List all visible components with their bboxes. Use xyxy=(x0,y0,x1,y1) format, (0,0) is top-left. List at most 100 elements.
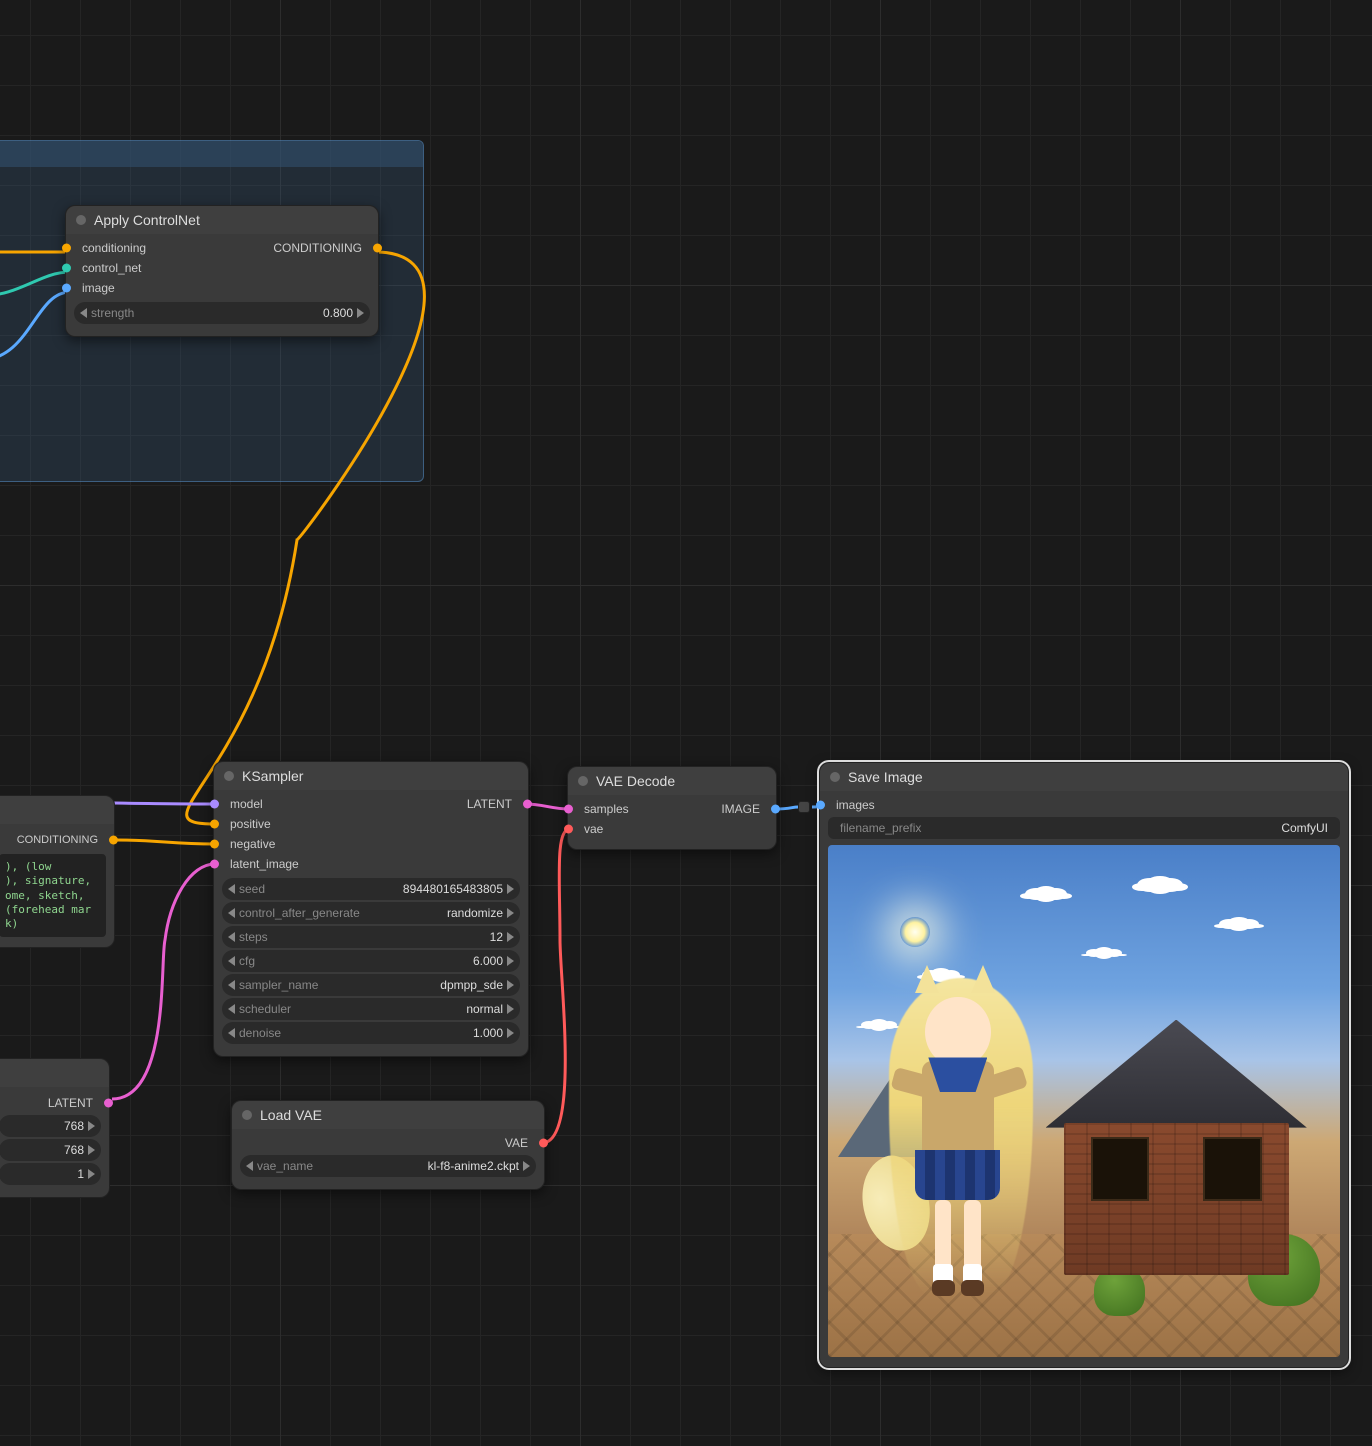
widget-value[interactable]: 6.000 xyxy=(473,954,503,968)
widget-value[interactable]: 768 xyxy=(64,1119,84,1133)
arrow-left-icon[interactable] xyxy=(228,1004,235,1014)
node-title[interactable]: VAE Decode xyxy=(568,767,776,795)
widget-denoise[interactable]: denoise 1.000 xyxy=(222,1022,520,1044)
port-label: image xyxy=(82,281,115,295)
arrow-right-icon[interactable] xyxy=(507,980,514,990)
widget-value[interactable]: normal xyxy=(466,1002,503,1016)
port-latent-out[interactable]: LATENT xyxy=(467,794,520,814)
node-save-image[interactable]: Save Image images filename_prefix ComfyU… xyxy=(819,762,1349,1368)
arrow-left-icon[interactable] xyxy=(228,884,235,894)
widget-sampler-name[interactable]: sampler_name dpmpp_sde xyxy=(222,974,520,996)
node-load-vae[interactable]: Load VAE VAE vae_name kl-f8-anime2.ckpt xyxy=(231,1100,545,1190)
widget-label: scheduler xyxy=(239,1002,291,1016)
output-image-preview[interactable] xyxy=(828,845,1340,1357)
port-image-out[interactable]: IMAGE xyxy=(721,799,768,819)
collapse-dot-icon[interactable] xyxy=(76,215,86,225)
port-label: VAE xyxy=(505,1136,528,1150)
widget-label: cfg xyxy=(239,954,255,968)
port-negative-in[interactable]: negative xyxy=(222,834,275,854)
widget-label: filename_prefix xyxy=(840,821,921,835)
port-vae-out[interactable]: VAE xyxy=(505,1133,536,1153)
port-label: LATENT xyxy=(467,797,512,811)
port-latent-out[interactable]: LATENT xyxy=(0,1093,101,1113)
port-conditioning-out[interactable]: CONDITIONING xyxy=(273,238,370,258)
collapse-dot-icon[interactable] xyxy=(242,1110,252,1120)
widget-value[interactable]: kl-f8-anime2.ckpt xyxy=(428,1159,519,1173)
widget-label: control_after_generate xyxy=(239,906,360,920)
widget-value[interactable]: ComfyUI xyxy=(1281,821,1328,835)
node-clip-text-encode-negative[interactable]: CONDITIONING ), (low ), signature, ome, … xyxy=(0,795,115,948)
widget-value[interactable]: 0.800 xyxy=(323,306,353,320)
arrow-left-icon[interactable] xyxy=(228,908,235,918)
widget-label: steps xyxy=(239,930,268,944)
arrow-right-icon[interactable] xyxy=(507,1004,514,1014)
port-control-net-in[interactable]: control_net xyxy=(74,258,141,278)
node-title-text: Apply ControlNet xyxy=(94,212,200,228)
node-title-text: KSampler xyxy=(242,768,303,784)
widget-value[interactable]: 768 xyxy=(64,1143,84,1157)
arrow-right-icon[interactable] xyxy=(88,1145,95,1155)
widget-seed[interactable]: seed 894480165483805 xyxy=(222,878,520,900)
widget-batch-size[interactable]: 1 xyxy=(0,1163,101,1185)
group-titlebar[interactable] xyxy=(0,141,423,167)
widget-scheduler[interactable]: scheduler normal xyxy=(222,998,520,1020)
arrow-right-icon[interactable] xyxy=(507,908,514,918)
widget-value[interactable]: 1 xyxy=(77,1167,84,1181)
arrow-left-icon[interactable] xyxy=(228,956,235,966)
port-latent-image-in[interactable]: latent_image xyxy=(222,854,299,874)
arrow-left-icon[interactable] xyxy=(80,308,87,318)
arrow-left-icon[interactable] xyxy=(228,1028,235,1038)
arrow-right-icon[interactable] xyxy=(507,884,514,894)
arrow-right-icon[interactable] xyxy=(507,932,514,942)
port-images-in[interactable]: images xyxy=(828,795,875,815)
port-positive-in[interactable]: positive xyxy=(222,814,271,834)
port-conditioning-in[interactable]: conditioning xyxy=(74,238,146,258)
port-samples-in[interactable]: samples xyxy=(576,799,629,819)
arrow-right-icon[interactable] xyxy=(88,1121,95,1131)
node-title[interactable]: Load VAE xyxy=(232,1101,544,1129)
widget-value[interactable]: 894480165483805 xyxy=(403,882,503,896)
arrow-left-icon[interactable] xyxy=(246,1161,253,1171)
prompt-text[interactable]: ), (low ), signature, ome, sketch, (fore… xyxy=(0,854,106,937)
node-empty-latent-image[interactable]: LATENT 768 768 1 xyxy=(0,1058,110,1198)
port-model-in[interactable]: model xyxy=(222,794,263,814)
reroute-node[interactable] xyxy=(798,801,810,813)
node-title-text: Load VAE xyxy=(260,1107,322,1123)
arrow-left-icon[interactable] xyxy=(228,932,235,942)
port-label: conditioning xyxy=(82,241,146,255)
widget-value[interactable]: 12 xyxy=(490,930,503,944)
arrow-right-icon[interactable] xyxy=(523,1161,530,1171)
node-title[interactable]: KSampler xyxy=(214,762,528,790)
collapse-dot-icon[interactable] xyxy=(830,772,840,782)
arrow-right-icon[interactable] xyxy=(88,1169,95,1179)
widget-label: denoise xyxy=(239,1026,281,1040)
collapse-dot-icon[interactable] xyxy=(578,776,588,786)
widget-strength[interactable]: strength 0.800 xyxy=(74,302,370,324)
widget-height[interactable]: 768 xyxy=(0,1139,101,1161)
arrow-right-icon[interactable] xyxy=(507,1028,514,1038)
widget-value[interactable]: 1.000 xyxy=(473,1026,503,1040)
arrow-right-icon[interactable] xyxy=(507,956,514,966)
arrow-right-icon[interactable] xyxy=(357,308,364,318)
port-image-in[interactable]: image xyxy=(74,278,115,298)
node-apply-controlnet[interactable]: Apply ControlNet conditioning CONDITIONI… xyxy=(65,205,379,337)
node-title[interactable]: Apply ControlNet xyxy=(66,206,378,234)
arrow-left-icon[interactable] xyxy=(228,980,235,990)
widget-filename-prefix[interactable]: filename_prefix ComfyUI xyxy=(828,817,1340,839)
node-vae-decode[interactable]: VAE Decode samples IMAGE vae xyxy=(567,766,777,850)
port-label: CONDITIONING xyxy=(17,834,98,846)
widget-width[interactable]: 768 xyxy=(0,1115,101,1137)
widget-value[interactable]: randomize xyxy=(447,906,503,920)
collapse-dot-icon[interactable] xyxy=(224,771,234,781)
node-title[interactable]: Save Image xyxy=(820,763,1348,791)
widget-label: sampler_name xyxy=(239,978,318,992)
port-vae-in[interactable]: vae xyxy=(576,819,603,839)
node-ksampler[interactable]: KSampler model LATENT positive negative … xyxy=(213,761,529,1057)
widget-value[interactable]: dpmpp_sde xyxy=(440,978,503,992)
widget-cfg[interactable]: cfg 6.000 xyxy=(222,950,520,972)
widget-steps[interactable]: steps 12 xyxy=(222,926,520,948)
port-label: CONDITIONING xyxy=(273,241,362,255)
widget-control-after-generate[interactable]: control_after_generate randomize xyxy=(222,902,520,924)
widget-vae-name[interactable]: vae_name kl-f8-anime2.ckpt xyxy=(240,1155,536,1177)
port-conditioning-out[interactable]: CONDITIONING xyxy=(0,830,106,850)
